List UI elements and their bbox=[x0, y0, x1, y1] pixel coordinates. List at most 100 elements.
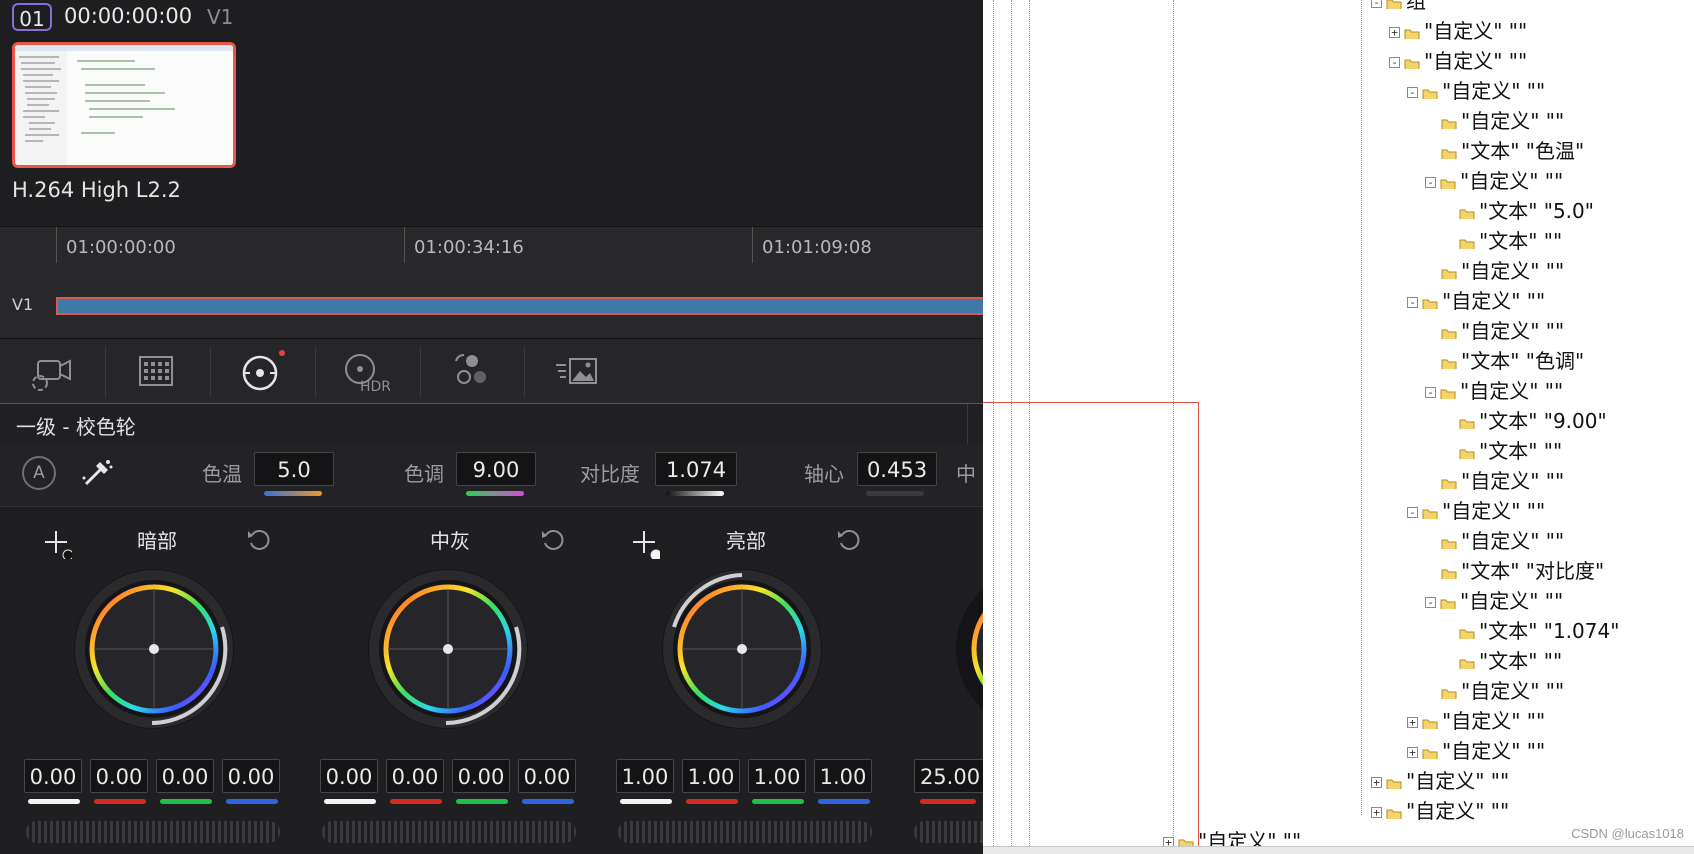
tree-node[interactable]: "自定义" "" bbox=[1441, 528, 1564, 554]
tree-node[interactable]: "自定义" "" bbox=[1441, 468, 1564, 494]
gamma-master-wheel[interactable] bbox=[322, 821, 576, 843]
expand-icon[interactable]: + bbox=[1371, 777, 1382, 788]
offset-y-value[interactable]: 25.00 bbox=[914, 759, 983, 793]
tree-node[interactable]: - "自定义" "" bbox=[1389, 48, 1527, 74]
folder-icon bbox=[1441, 689, 1457, 699]
lift-g-value[interactable]: 0.00 bbox=[156, 759, 214, 793]
clip-thumbnail[interactable] bbox=[12, 42, 236, 168]
gain-r-value[interactable]: 1.00 bbox=[682, 759, 740, 793]
tree-node[interactable]: "文本" "9.00" bbox=[1459, 408, 1607, 434]
tree-node[interactable]: "文本" "色调" bbox=[1441, 348, 1584, 374]
color-match-button[interactable] bbox=[132, 347, 180, 395]
temperature-label: 色温 bbox=[202, 462, 242, 486]
gain-color-wheel[interactable] bbox=[660, 567, 824, 731]
watermark: CSDN @lucas1018 bbox=[1571, 826, 1684, 841]
ruler-tick-label: 01:01:09:08 bbox=[762, 237, 872, 258]
timeline-clip[interactable] bbox=[56, 297, 983, 315]
lift-b-value[interactable]: 0.00 bbox=[222, 759, 280, 793]
lift-reset-button[interactable] bbox=[246, 527, 272, 553]
color-wheels-button[interactable] bbox=[238, 347, 286, 395]
gamma-color-wheel[interactable] bbox=[366, 567, 530, 731]
timeline-ruler[interactable]: 01:00:00:00 01:00:34:16 01:01:09:08 bbox=[56, 227, 983, 263]
tree-node[interactable]: - "自定义" "" bbox=[1407, 78, 1545, 104]
tree-node[interactable]: "自定义" "" bbox=[1441, 678, 1564, 704]
tree-node[interactable]: - "自定义" "" bbox=[1407, 288, 1545, 314]
tint-input[interactable]: 9.00 bbox=[456, 452, 536, 486]
picker-button[interactable] bbox=[80, 454, 116, 490]
camera-raw-button[interactable] bbox=[26, 347, 74, 395]
gain-b-value[interactable]: 1.00 bbox=[814, 759, 872, 793]
tree-node[interactable]: "文本" "" bbox=[1459, 228, 1562, 254]
lift-master-wheel[interactable] bbox=[26, 821, 280, 843]
tree-node[interactable]: - "自定义" "" bbox=[1425, 378, 1563, 404]
ruler-tick-label: 01:00:00:00 bbox=[66, 237, 176, 258]
collapse-icon[interactable]: - bbox=[1371, 0, 1382, 8]
lift-y-value[interactable]: 0.00 bbox=[24, 759, 82, 793]
gamma-g-value[interactable]: 0.00 bbox=[452, 759, 510, 793]
gain-reset-button[interactable] bbox=[836, 527, 862, 553]
collapse-icon[interactable]: - bbox=[1407, 87, 1418, 98]
collapse-icon[interactable]: - bbox=[1425, 177, 1436, 188]
mini-timeline[interactable]: 01:00:00:00 01:00:34:16 01:01:09:08 V1 bbox=[0, 226, 983, 339]
tree-node[interactable]: + "自定义" "" bbox=[1407, 708, 1545, 734]
lift-r-value[interactable]: 0.00 bbox=[90, 759, 148, 793]
tree-node[interactable]: + "自定义" "" bbox=[1389, 18, 1527, 44]
expand-icon[interactable]: + bbox=[1389, 27, 1400, 38]
gain-y-value[interactable]: 1.00 bbox=[616, 759, 674, 793]
tree-node[interactable]: - "自定义" "" bbox=[1407, 498, 1545, 524]
clip-number-badge[interactable]: 01 bbox=[12, 3, 52, 31]
tree-node[interactable]: "文本" "5.0" bbox=[1459, 198, 1594, 224]
contrast-slider[interactable] bbox=[666, 491, 724, 496]
gamma-r-value[interactable]: 0.00 bbox=[386, 759, 444, 793]
lift-color-wheel[interactable] bbox=[72, 567, 236, 731]
tree-node[interactable]: "文本" "对比度" bbox=[1441, 558, 1604, 584]
tree-node[interactable]: -组 bbox=[1371, 0, 1426, 14]
motion-effects-icon bbox=[556, 358, 597, 384]
contrast-input[interactable]: 1.074 bbox=[655, 452, 737, 486]
tree-node[interactable]: "自定义" "" bbox=[1441, 258, 1564, 284]
gamma-reset-button[interactable] bbox=[540, 527, 566, 553]
tree-node[interactable]: "文本" "色温" bbox=[1441, 138, 1584, 164]
pivot-slider[interactable] bbox=[866, 491, 924, 496]
gamma-y-value[interactable]: 0.00 bbox=[320, 759, 378, 793]
tree-node[interactable]: + "自定义" "" bbox=[1371, 798, 1509, 824]
collapse-icon[interactable]: - bbox=[1407, 507, 1418, 518]
offset-master-wheel[interactable] bbox=[914, 821, 983, 843]
collapse-icon[interactable]: - bbox=[1425, 387, 1436, 398]
pivot-input[interactable]: 0.453 bbox=[857, 452, 937, 486]
gain-master-wheel[interactable] bbox=[618, 821, 872, 843]
tree-node[interactable]: + "自定义" "" bbox=[1407, 738, 1545, 764]
folder-icon bbox=[1441, 569, 1457, 579]
gain-g-value[interactable]: 1.00 bbox=[748, 759, 806, 793]
tree-node[interactable]: - "自定义" "" bbox=[1425, 588, 1563, 614]
hdr-button[interactable]: HDR bbox=[342, 347, 391, 395]
ui-tree-inspector: - 组 + "自定义" "" - "自定义" "" - "自定义" "" "自定义" "" "文本… bbox=[983, 0, 1694, 854]
tree-node[interactable]: "文本" "" bbox=[1459, 438, 1562, 464]
tree-node[interactable]: "自定义" "" bbox=[1441, 318, 1564, 344]
temperature-input[interactable]: 5.0 bbox=[254, 452, 334, 486]
motion-effects-button[interactable] bbox=[552, 347, 600, 395]
tree-node[interactable]: - "自定义" "" bbox=[1425, 168, 1563, 194]
collapse-icon[interactable]: - bbox=[1389, 57, 1400, 68]
gamma-b-value[interactable]: 0.00 bbox=[518, 759, 576, 793]
collapse-icon[interactable]: - bbox=[1407, 297, 1418, 308]
collapse-icon[interactable]: - bbox=[1425, 597, 1436, 608]
folder-icon bbox=[1386, 809, 1402, 819]
gain-y-bar bbox=[620, 799, 672, 804]
offset-color-wheel[interactable] bbox=[954, 567, 983, 731]
tree-node[interactable]: + "自定义" "" bbox=[1371, 768, 1509, 794]
rgb-mixer-button[interactable] bbox=[448, 347, 496, 395]
expand-icon[interactable]: + bbox=[1407, 747, 1418, 758]
contrast-label: 对比度 bbox=[580, 462, 640, 486]
temperature-slider[interactable] bbox=[264, 491, 322, 496]
tree-node[interactable]: "自定义" "" bbox=[1441, 108, 1564, 134]
lift-picker-button[interactable] bbox=[42, 529, 74, 561]
auto-balance-button[interactable]: A bbox=[22, 456, 56, 490]
tree-node-label: 组 bbox=[1406, 0, 1426, 13]
expand-icon[interactable]: + bbox=[1407, 717, 1418, 728]
expand-icon[interactable]: + bbox=[1371, 807, 1382, 818]
tree-node[interactable]: "文本" "" bbox=[1459, 648, 1562, 674]
gain-picker-button[interactable] bbox=[630, 529, 662, 561]
tree-node[interactable]: "文本" "1.074" bbox=[1459, 618, 1619, 644]
tint-slider[interactable] bbox=[466, 491, 524, 496]
